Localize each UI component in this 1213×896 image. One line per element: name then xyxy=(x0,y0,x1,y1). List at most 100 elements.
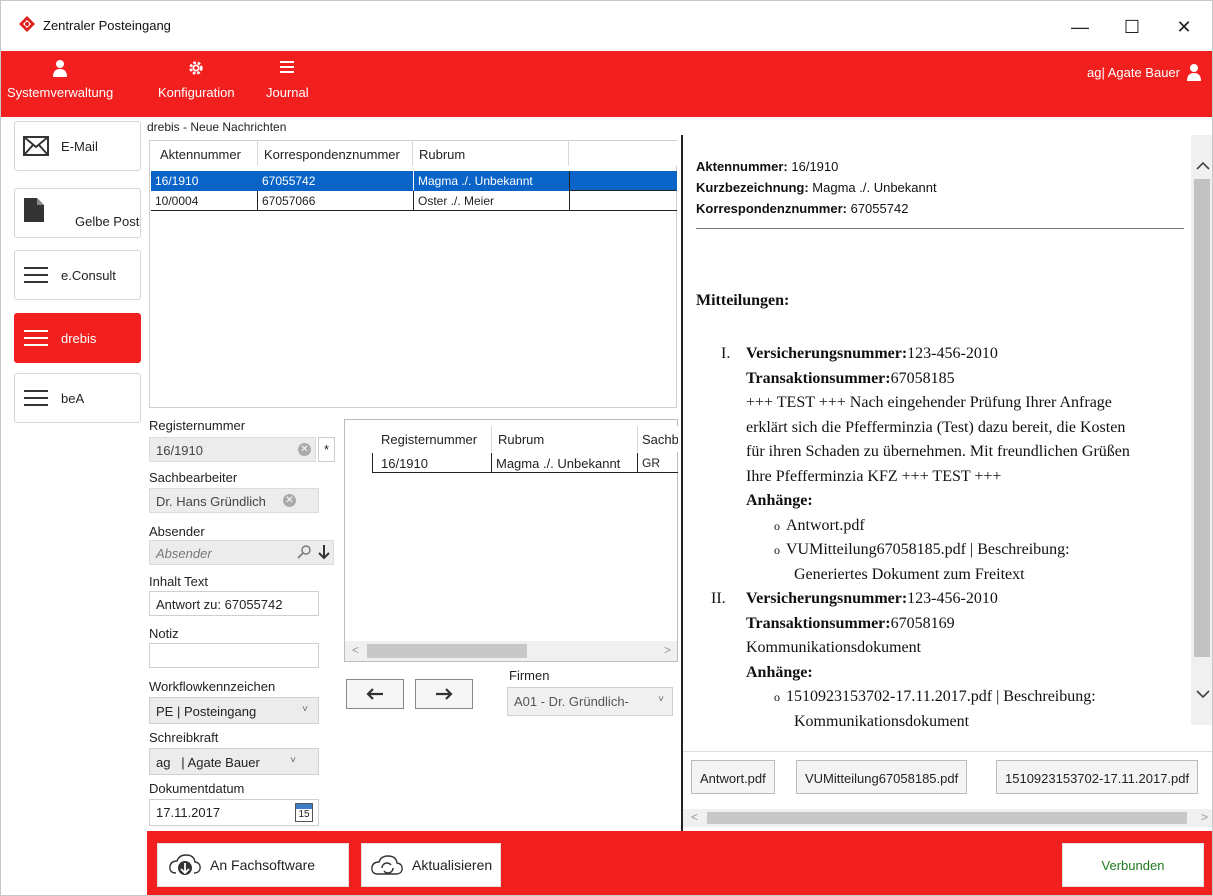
column-header[interactable]: Registernummer xyxy=(373,426,492,452)
vers-value: 123-456-2010 xyxy=(907,345,998,362)
table-row[interactable]: 16/1910 Magma ./. Unbekannt GR xyxy=(350,453,678,473)
sidebar-item-label: drebis xyxy=(61,330,97,346)
attachment-button[interactable]: 1510923153702-17.11.2017.pdf xyxy=(996,760,1199,794)
cell-registernummer: 16/1910 xyxy=(373,453,492,473)
dokumentdatum-input[interactable]: 17.11.2017 15 xyxy=(149,799,319,826)
firmen-select[interactable]: A01 - Dr. Gründlich- ˅ xyxy=(507,687,673,716)
column-header[interactable]: Rubrum xyxy=(413,141,569,166)
column-header[interactable]: Korrespondenznummer xyxy=(258,141,413,166)
an-fachsoftware-button[interactable]: An Fachsoftware xyxy=(157,843,349,887)
kurz-label: Kurzbezeichnung: xyxy=(696,180,809,195)
clear-icon[interactable]: ✕ xyxy=(298,443,311,456)
attachment-button[interactable]: VUMitteilung67058185.pdf xyxy=(796,760,968,794)
cloud-download-icon xyxy=(169,854,201,875)
minimize-button[interactable]: — xyxy=(1057,11,1103,43)
sidebar-item-bea[interactable]: beA xyxy=(14,373,141,423)
schreibkraft-select[interactable]: ag | Agate Bauer ˅ xyxy=(149,748,319,775)
sidebar-footer xyxy=(1,831,147,895)
arrow-right-icon xyxy=(436,688,453,700)
column-header[interactable]: Sachb xyxy=(638,426,678,452)
workflow-label: Workflowkennzeichen xyxy=(149,679,276,694)
absender-label: Absender xyxy=(149,524,205,539)
nav-journal[interactable]: Journal xyxy=(266,59,309,100)
firmen-value: A01 - Dr. Gründlich- xyxy=(514,694,629,709)
register-table[interactable]: Registernummer Rubrum Sachb 16/1910 Magm… xyxy=(344,419,678,662)
horizontal-scrollbar[interactable]: < > xyxy=(683,809,1212,827)
kurz-value: Magma ./. Unbekannt xyxy=(812,180,937,195)
horizontal-scrollbar[interactable]: < > xyxy=(345,641,677,661)
scrollbar-thumb[interactable] xyxy=(367,644,527,658)
registernummer-label: Registernummer xyxy=(149,418,246,433)
aktualisieren-button[interactable]: Aktualisieren xyxy=(361,843,501,887)
registernummer-field[interactable]: 16/1910 ✕ xyxy=(149,437,316,462)
attachment-item[interactable]: o 1510923153702-17.11.2017.pdf | Beschre… xyxy=(746,685,1186,710)
notiz-label: Notiz xyxy=(149,626,179,641)
vers-value: 123-456-2010 xyxy=(907,590,998,607)
move-right-button[interactable] xyxy=(415,679,473,709)
download-arrow-icon[interactable] xyxy=(318,544,330,560)
workflow-value: PE | Posteingang xyxy=(156,704,257,719)
datum-label: Dokumentdatum xyxy=(149,781,245,796)
user-icon xyxy=(53,60,68,77)
cell-sachbearbeiter: GR xyxy=(638,453,678,473)
close-button[interactable]: ✕ xyxy=(1161,11,1207,43)
anhaenge-label: Anhänge: xyxy=(746,663,813,681)
cell-aktennummer: 16/1910 xyxy=(151,171,258,191)
attachment-button[interactable]: Antwort.pdf xyxy=(691,760,775,794)
chevron-down-icon[interactable] xyxy=(1196,689,1210,699)
inhalt-text-input[interactable]: Antwort zu: 67055742 xyxy=(149,591,319,616)
document-icon xyxy=(24,198,44,222)
nav-systemverwaltung[interactable]: Systemverwaltung xyxy=(7,59,113,100)
column-header[interactable]: Aktennummer xyxy=(150,141,258,166)
korr-value: 67055742 xyxy=(850,201,909,216)
attachment-item[interactable]: o Antwort.pdf xyxy=(746,514,1186,539)
search-icon[interactable] xyxy=(297,545,311,559)
app-logo-icon xyxy=(19,16,35,32)
sidebar-item-econsult[interactable]: e.Consult xyxy=(14,250,141,300)
chevron-up-icon[interactable] xyxy=(1196,161,1210,171)
scrollbar-thumb[interactable] xyxy=(1194,179,1210,657)
trans-value: 67058185 xyxy=(890,369,955,387)
window-title: Zentraler Posteingang xyxy=(43,18,171,33)
sachbearbeiter-field[interactable]: Dr. Hans Gründlich ✕ xyxy=(149,488,319,513)
column-header[interactable]: Rubrum xyxy=(492,426,638,452)
column-header-filler xyxy=(569,141,677,166)
versicherung-line: Versicherungsnummer:123-456-2010 xyxy=(746,342,1186,367)
arrow-left-icon xyxy=(366,688,383,700)
detail-aktennummer: Aktennummer: 16/1910 xyxy=(696,159,838,174)
table-row[interactable]: 10/0004 67057066 Oster ./. Meier xyxy=(151,191,677,211)
sidebar-item-drebis[interactable]: drebis xyxy=(14,313,141,363)
trans-label: Transaktionsummer: xyxy=(746,614,891,632)
scrollbar-thumb[interactable] xyxy=(707,812,1187,824)
calendar-icon[interactable]: 15 xyxy=(295,803,313,822)
sidebar-item-email[interactable]: E-Mail xyxy=(14,121,141,171)
button-label: An Fachsoftware xyxy=(210,857,316,873)
item-numeral: II. xyxy=(711,590,726,607)
verbunden-status-button[interactable]: Verbunden xyxy=(1062,843,1204,887)
row-filler xyxy=(569,171,676,191)
divider xyxy=(696,228,1184,229)
maximize-button[interactable]: ☐ xyxy=(1109,11,1155,43)
clear-icon[interactable]: ✕ xyxy=(283,494,296,507)
message-item: Versicherungsnummer:123-456-2010 Transak… xyxy=(746,587,1186,734)
messages-table[interactable]: Aktennummer Korrespondenznummer Rubrum 1… xyxy=(149,140,677,408)
cell-rubrum: Magma ./. Unbekannt xyxy=(492,453,638,473)
sidebar-item-label: e.Consult xyxy=(61,267,116,283)
workflow-select[interactable]: PE | Posteingang ˅ xyxy=(149,697,319,724)
notiz-input[interactable] xyxy=(149,643,319,668)
current-user[interactable]: ag| Agate Bauer xyxy=(1087,63,1202,81)
absender-field[interactable]: Absender xyxy=(149,540,334,565)
versicherung-line: Versicherungsnummer:123-456-2010 xyxy=(746,587,1186,612)
main-toolbar: Systemverwaltung Konfiguration Journal a… xyxy=(1,51,1212,117)
app-window: Zentraler Posteingang — ☐ ✕ Systemverwal… xyxy=(0,0,1213,896)
sidebar-item-label: E-Mail xyxy=(61,138,98,154)
move-left-button[interactable] xyxy=(346,679,404,709)
row-header-corner xyxy=(345,420,373,445)
attachment-item[interactable]: o VUMitteilung67058185.pdf | Beschreibun… xyxy=(746,538,1186,563)
cell-rubrum: Magma ./. Unbekannt xyxy=(414,171,570,191)
nav-konfiguration[interactable]: Konfiguration xyxy=(158,59,235,100)
sidebar-item-gelbe-post[interactable]: Gelbe Post xyxy=(14,188,141,238)
attachment-name: VUMitteilung67058185.pdf | Beschreibung: xyxy=(786,541,1070,558)
cloud-refresh-icon xyxy=(371,855,403,875)
absender-placeholder: Absender xyxy=(156,546,212,561)
